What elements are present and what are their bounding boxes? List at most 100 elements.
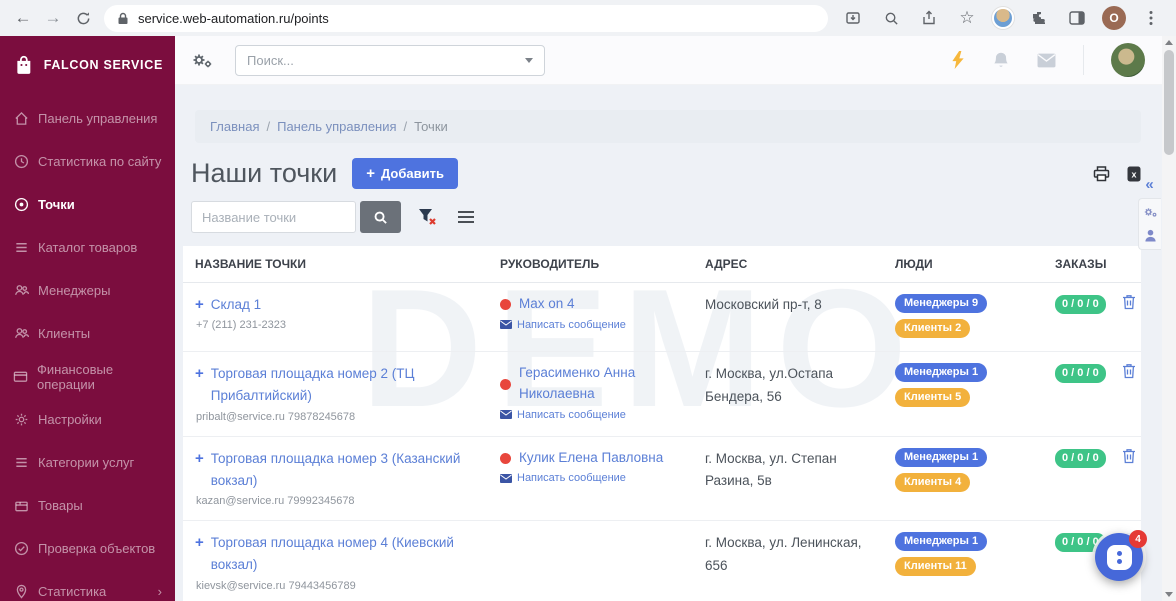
browser-menu-button[interactable] — [1138, 5, 1164, 31]
sidebar-item-3[interactable]: Точки — [0, 183, 175, 226]
sidebar-item-11[interactable]: Проверка объектов — [0, 527, 175, 570]
list-icon — [13, 240, 29, 256]
point-name-link[interactable]: Торговая площадка номер 3 (Казанский вок… — [211, 448, 480, 493]
filter-remove-icon — [419, 208, 436, 225]
point-name-link[interactable]: Торговая площадка номер 4 (Киевский вокз… — [211, 532, 480, 577]
side-panel-button[interactable] — [1064, 5, 1090, 31]
point-name-line: + Торговая площадка номер 2 (ТЦ Прибалтий… — [195, 363, 500, 408]
manager-link[interactable]: Кулик Елена Павловна — [519, 448, 663, 469]
manager-link[interactable]: Герасименко Анна Николаевна — [519, 363, 679, 405]
point-name-link[interactable]: Склад 1 — [211, 294, 261, 316]
panel-user-button[interactable] — [1144, 229, 1157, 242]
scrollbar-thumb[interactable] — [1164, 50, 1174, 155]
target-icon — [13, 197, 29, 213]
clients-badge: Клиенты 11 — [895, 557, 976, 577]
list-options-button[interactable] — [457, 210, 475, 224]
reload-button[interactable] — [70, 5, 96, 31]
browser-toolbar: ← → service.web-automation.ru/points ☆ O — [0, 0, 1176, 36]
delete-point-button[interactable] — [1122, 363, 1136, 379]
brand[interactable]: FALCON SERVICE — [0, 36, 175, 92]
back-button[interactable]: ← — [10, 5, 36, 31]
sidebar-item-1[interactable]: Панель управления — [0, 97, 175, 140]
envelope-icon — [500, 410, 512, 420]
address-text: г. Москва, ул. Ленинская, 656 — [705, 535, 862, 573]
share-button[interactable] — [916, 5, 942, 31]
bell-icon — [994, 52, 1008, 67]
breadcrumb-link[interactable]: Главная — [210, 119, 259, 134]
column-header-people[interactable]: ЛЮДИ — [895, 257, 1055, 271]
sidebar-item-2[interactable]: Статистика по сайту — [0, 140, 175, 183]
sidebar-item-label: Точки — [38, 197, 75, 212]
sidebar-item-label: Панель управления — [38, 111, 158, 126]
global-search-input[interactable] — [247, 52, 525, 68]
bookmark-button[interactable]: ☆ — [954, 5, 980, 31]
print-button[interactable] — [1093, 165, 1110, 182]
sidebar-item-7[interactable]: Финансовые операции — [0, 355, 175, 398]
settings-gears-button[interactable] — [191, 51, 213, 69]
sidebar-item-4[interactable]: Каталог товаров — [0, 226, 175, 269]
messages-button[interactable] — [1037, 53, 1056, 68]
breadcrumb-link[interactable]: Панель управления — [277, 119, 396, 134]
user-avatar[interactable] — [1111, 43, 1145, 77]
sidebar-item-10[interactable]: Товары — [0, 484, 175, 527]
chat-dot — [1116, 550, 1122, 556]
sidebar-item-12[interactable]: Статистика › — [0, 570, 175, 601]
add-point-button[interactable]: + Добавить — [352, 158, 458, 189]
write-message-link[interactable]: Написать сообщение — [500, 409, 705, 421]
column-header-name[interactable]: НАЗВАНИЕ ТОЧКИ — [183, 257, 500, 271]
brand-title: FALCON SERVICE — [43, 58, 163, 72]
write-message-link[interactable]: Написать сообщение — [500, 472, 705, 484]
delete-point-button[interactable] — [1122, 294, 1136, 310]
bolt-button[interactable] — [951, 51, 965, 69]
cell-point-name: + Склад 1 +7 (211) 231-2323 — [183, 294, 500, 331]
mini-panel-card — [1138, 198, 1161, 250]
page-scrollbar[interactable] — [1162, 36, 1176, 601]
point-name-link[interactable]: Торговая площадка номер 2 (ТЦ Прибалтийс… — [211, 363, 480, 408]
extensions-button[interactable] — [1026, 5, 1052, 31]
status-dot-red — [500, 378, 511, 390]
global-search-select[interactable] — [235, 44, 545, 76]
main-area: Главная / Панель управления / Точки Наши точ… — [175, 36, 1176, 601]
plus-icon: + — [366, 165, 375, 182]
chat-widget-button[interactable]: 4 — [1095, 530, 1147, 581]
sidebar-item-5[interactable]: Менеджеры — [0, 269, 175, 312]
extension-avatar-icon[interactable] — [992, 7, 1014, 29]
lock-icon — [118, 12, 128, 24]
url-text: service.web-automation.ru/points — [138, 10, 329, 26]
column-header-orders[interactable]: ЗАКАЗЫ — [1055, 257, 1120, 271]
share-icon — [923, 10, 935, 25]
save-page-button[interactable] — [840, 5, 866, 31]
url-bar[interactable]: service.web-automation.ru/points — [104, 4, 828, 32]
filter-row — [191, 201, 1141, 233]
cell-point-name: + Торговая площадка номер 4 (Киевский вок… — [183, 532, 500, 592]
clock-icon — [13, 154, 29, 170]
person-icon — [1144, 229, 1156, 242]
write-message-label: Написать сообщение — [517, 408, 626, 421]
browser-profile-avatar[interactable]: O — [1102, 6, 1126, 30]
notifications-button[interactable] — [992, 51, 1010, 69]
managers-badge: Менеджеры 1 — [895, 532, 988, 552]
forward-button[interactable]: → — [40, 5, 66, 31]
sidebar-item-6[interactable]: Клиенты — [0, 312, 175, 355]
users-icon — [13, 283, 29, 299]
point-name-line: + Склад 1 — [195, 294, 500, 316]
clear-filter-button[interactable] — [418, 208, 438, 227]
delete-point-button[interactable] — [1122, 448, 1136, 464]
plus-icon: + — [195, 534, 204, 552]
panel-gears-button[interactable] — [1143, 206, 1158, 218]
scroll-down-arrow-icon[interactable] — [1165, 592, 1173, 597]
zoom-button[interactable] — [878, 5, 904, 31]
collapse-panel-button[interactable]: « — [1145, 177, 1153, 192]
side-mini-panel: « — [1138, 177, 1161, 250]
page-title: Наши точки — [191, 158, 338, 188]
sidebar-item-8[interactable]: Настройки — [0, 398, 175, 441]
point-name-filter-input[interactable] — [191, 201, 356, 233]
search-button[interactable] — [360, 201, 401, 233]
manager-link[interactable]: Max on 4 — [519, 294, 575, 315]
table-row: + Торговая площадка номер 4 (Киевский вок… — [183, 521, 1141, 601]
scroll-up-arrow-icon[interactable] — [1165, 40, 1173, 45]
column-header-manager[interactable]: РУКОВОДИТЕЛЬ — [500, 257, 705, 271]
column-header-address[interactable]: АДРЕС — [705, 257, 895, 271]
write-message-link[interactable]: Написать сообщение — [500, 319, 705, 331]
sidebar-item-9[interactable]: Категории услуг — [0, 441, 175, 484]
